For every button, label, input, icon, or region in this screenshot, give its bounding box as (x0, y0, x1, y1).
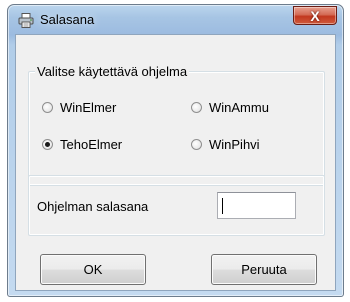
radio-winpihvi[interactable]: WinPihvi (191, 137, 260, 152)
dialog-window: Salasana X Valitse käytettävä ohjelma Wi… (7, 4, 344, 297)
radio-circle[interactable] (191, 139, 202, 150)
radio-selected-dot (45, 142, 50, 147)
radio-label: WinAmmu (209, 100, 269, 115)
password-input[interactable] (217, 192, 296, 219)
title-bar[interactable]: Salasana X (8, 5, 343, 35)
ok-button[interactable]: OK (40, 254, 146, 285)
radio-circle[interactable] (42, 102, 53, 113)
password-label: Ohjelman salasana (37, 199, 149, 214)
program-groupbox: Valitse käytettävä ohjelma WinElmer WinA… (28, 64, 325, 186)
close-icon: X (310, 7, 320, 24)
radio-circle[interactable] (191, 102, 202, 113)
dialog-client-area: Valitse käytettävä ohjelma WinElmer WinA… (15, 34, 336, 291)
radio-tehoelmer[interactable]: TehoElmer (42, 137, 122, 152)
radio-label: WinElmer (60, 100, 117, 115)
window-title: Salasana (40, 12, 95, 27)
printer-icon (18, 13, 34, 28)
radio-winelmer[interactable]: WinElmer (42, 100, 116, 115)
radio-label: WinPihvi (209, 137, 260, 152)
text-caret (222, 198, 223, 214)
cancel-button[interactable]: Peruuta (211, 254, 317, 285)
close-button[interactable]: X (293, 6, 337, 25)
program-group-legend: Valitse käytettävä ohjelma (35, 64, 190, 80)
password-groupbox: Ohjelman salasana (28, 175, 325, 236)
radio-label: TehoElmer (60, 137, 123, 152)
radio-circle-selected[interactable] (42, 139, 53, 150)
radio-winammu[interactable]: WinAmmu (191, 100, 269, 115)
